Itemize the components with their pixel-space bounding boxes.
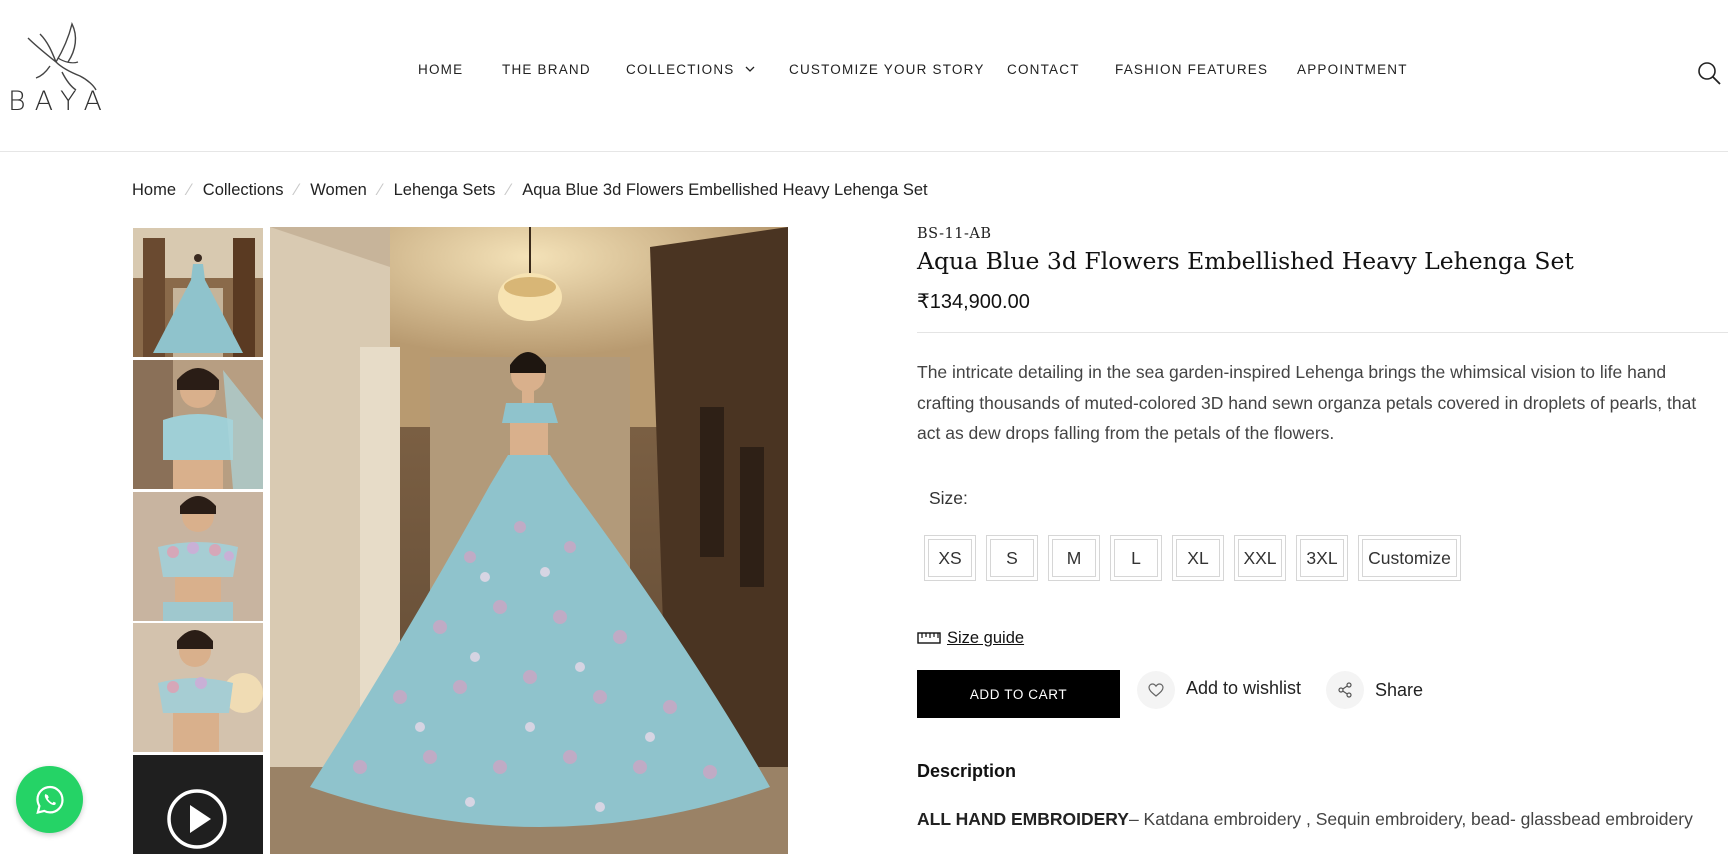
thumbnail-2[interactable] (133, 360, 263, 489)
whatsapp-chat-button[interactable] (16, 766, 83, 833)
search-icon[interactable] (1696, 60, 1722, 86)
size-option-label: S (990, 539, 1034, 577)
breadcrumb: Home ⁄ Collections ⁄ Women ⁄ Lehenga Sets ⁄ Aqua… (132, 181, 928, 200)
size-option-label: XL (1176, 539, 1220, 577)
thumbnail-4[interactable] (133, 623, 263, 752)
play-icon[interactable] (166, 788, 228, 850)
size-option-xl[interactable]: XL (1172, 535, 1224, 581)
ruler-icon (917, 632, 941, 644)
bird-logo-icon (27, 21, 97, 91)
breadcrumb-separator: ⁄ (295, 181, 299, 199)
size-option-customize[interactable]: Customize (1358, 535, 1461, 581)
site-header: BAYA HOME THE BRAND COLLECTIONS CUSTOMIZ… (0, 0, 1728, 152)
size-option-xxl[interactable]: XXL (1234, 535, 1286, 581)
thumbnail-image (133, 228, 263, 357)
thumbnail-image (133, 623, 263, 752)
size-guide-label: Size guide (947, 629, 1025, 647)
embroidery-label: ALL HAND EMBROIDERY (917, 809, 1129, 829)
share-icon (1338, 682, 1352, 698)
size-option-m[interactable]: M (1048, 535, 1100, 581)
brand-logo-text: BAYA (8, 86, 111, 117)
nav-the-brand[interactable]: THE BRAND (502, 62, 591, 77)
wishlist-button[interactable] (1137, 671, 1175, 709)
size-option-l[interactable]: L (1110, 535, 1162, 581)
breadcrumb-home[interactable]: Home (132, 181, 176, 199)
main-product-image[interactable] (270, 227, 788, 854)
thumbnail-image (133, 492, 263, 621)
nav-customize-your-story[interactable]: CUSTOMIZE YOUR STORY (789, 62, 985, 77)
thumbnail-3[interactable] (133, 492, 263, 621)
size-label: Size: (929, 488, 968, 508)
description-heading: Description (917, 761, 1017, 781)
nav-appointment[interactable]: APPOINTMENT (1297, 62, 1408, 77)
nav-collections-label: COLLECTIONS (626, 62, 735, 77)
size-option-3xl[interactable]: 3XL (1296, 535, 1348, 581)
main-nav: HOME THE BRAND COLLECTIONS CUSTOMIZE YOU… (0, 62, 1728, 82)
thumbnail-1[interactable] (133, 228, 263, 357)
size-option-label: XS (928, 539, 972, 577)
size-option-label: Customize (1362, 539, 1457, 577)
share-button[interactable] (1326, 671, 1364, 709)
size-option-xs[interactable]: XS (924, 535, 976, 581)
chevron-down-icon (745, 66, 755, 72)
breadcrumb-women[interactable]: Women (310, 181, 367, 199)
add-to-cart-button[interactable]: ADD TO CART (917, 670, 1120, 718)
whatsapp-icon (35, 785, 64, 814)
size-option-label: 3XL (1300, 539, 1344, 577)
thumbnail-image (133, 360, 263, 489)
embroidery-details: ALL HAND EMBROIDERY– Katdana embroidery … (917, 809, 1693, 830)
nav-fashion-features[interactable]: FASHION FEATURES (1115, 62, 1268, 77)
breadcrumb-separator: ⁄ (378, 181, 382, 199)
share-label[interactable]: Share (1375, 680, 1423, 701)
product-photo (270, 227, 788, 854)
breadcrumb-separator: ⁄ (188, 181, 191, 199)
breadcrumb-separator: ⁄ (507, 181, 511, 199)
breadcrumb-collections[interactable]: Collections (203, 181, 284, 199)
product-sku: BS-11-AB (917, 226, 992, 242)
divider (917, 332, 1728, 333)
heart-icon (1148, 683, 1164, 697)
size-option-s[interactable]: S (986, 535, 1038, 581)
wishlist-label[interactable]: Add to wishlist (1186, 678, 1301, 699)
nav-home[interactable]: HOME (418, 62, 463, 77)
product-description: The intricate detailing in the sea garde… (917, 362, 1697, 443)
breadcrumb-current: Aqua Blue 3d Flowers Embellished Heavy L… (522, 181, 928, 199)
size-guide-link[interactable]: Size guide (917, 629, 1024, 648)
product-title: Aqua Blue 3d Flowers Embellished Heavy L… (917, 247, 1574, 275)
breadcrumb-lehenga-sets[interactable]: Lehenga Sets (394, 181, 496, 199)
nav-collections[interactable]: COLLECTIONS (626, 62, 755, 77)
product-price: ₹134,900.00 (917, 291, 1030, 313)
size-option-label: XXL (1238, 539, 1282, 577)
size-option-label: M (1052, 539, 1096, 577)
nav-contact[interactable]: CONTACT (1007, 62, 1080, 77)
embroidery-text: – Katdana embroidery , Sequin embroidery… (1128, 809, 1693, 829)
thumbnail-video[interactable] (133, 755, 263, 854)
size-option-label: L (1114, 539, 1158, 577)
